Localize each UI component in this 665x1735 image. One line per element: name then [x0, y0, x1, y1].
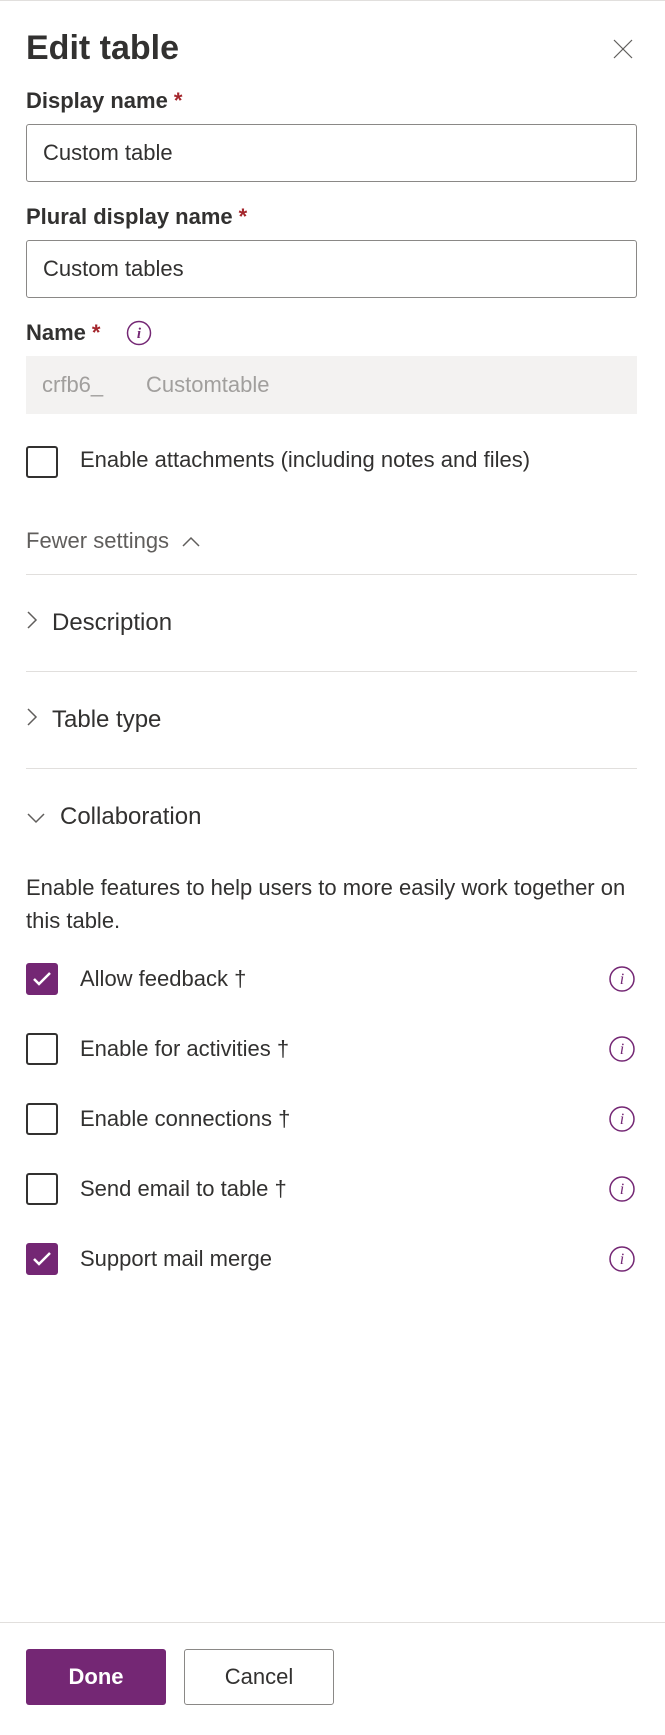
table-type-title: Table type	[52, 706, 161, 734]
name-field: Name * i crfb6_ Customtable	[26, 320, 637, 414]
panel-footer: Done Cancel	[0, 1622, 665, 1735]
send-email-checkbox[interactable]	[26, 1173, 58, 1205]
table-type-section-header[interactable]: Table type	[26, 672, 637, 768]
panel-title: Edit table	[26, 29, 179, 68]
enable-activities-row: Enable for activities † i	[26, 1033, 637, 1065]
info-icon[interactable]: i	[607, 1174, 637, 1204]
edit-table-panel: Edit table Display name * Plural display…	[0, 0, 665, 1735]
mail-merge-label: Support mail merge	[80, 1246, 585, 1272]
form-content: Display name * Plural display name * Nam…	[26, 88, 653, 1275]
mail-merge-row: Support mail merge i	[26, 1243, 637, 1275]
display-name-field: Display name *	[26, 88, 637, 182]
cancel-button[interactable]: Cancel	[184, 1649, 334, 1705]
check-icon	[32, 971, 52, 987]
name-input-row: crfb6_ Customtable	[26, 356, 637, 414]
allow-feedback-label: Allow feedback †	[80, 966, 585, 992]
info-icon[interactable]: i	[607, 1244, 637, 1274]
enable-attachments-row: Enable attachments (including notes and …	[26, 444, 637, 478]
chevron-right-icon	[26, 706, 38, 734]
name-prefix: crfb6_	[26, 356, 130, 414]
chevron-down-icon	[26, 803, 46, 831]
name-label: Name * i	[26, 320, 637, 346]
chevron-up-icon	[181, 528, 201, 554]
panel-header: Edit table	[0, 1, 665, 78]
svg-text:i: i	[620, 971, 624, 988]
svg-text:i: i	[620, 1251, 624, 1268]
mail-merge-checkbox[interactable]	[26, 1243, 58, 1275]
collaboration-title: Collaboration	[60, 803, 201, 831]
name-value: Customtable	[130, 356, 637, 414]
check-icon	[32, 1251, 52, 1267]
enable-connections-label: Enable connections †	[80, 1106, 585, 1132]
done-button[interactable]: Done	[26, 1649, 166, 1705]
allow-feedback-row: Allow feedback † i	[26, 963, 637, 995]
chevron-right-icon	[26, 609, 38, 637]
info-icon[interactable]: i	[607, 1104, 637, 1134]
scroll-area[interactable]: Display name * Plural display name * Nam…	[0, 78, 665, 1622]
enable-activities-label: Enable for activities †	[80, 1036, 585, 1062]
enable-attachments-label: Enable attachments (including notes and …	[80, 444, 530, 476]
name-info-icon[interactable]: i	[126, 320, 152, 346]
allow-feedback-checkbox[interactable]	[26, 963, 58, 995]
description-section-header[interactable]: Description	[26, 575, 637, 671]
plural-display-name-field: Plural display name *	[26, 204, 637, 298]
fewer-settings-toggle[interactable]: Fewer settings	[26, 528, 637, 554]
required-indicator: *	[239, 204, 248, 230]
description-title: Description	[52, 609, 172, 637]
collaboration-description: Enable features to help users to more ea…	[26, 871, 637, 937]
send-email-row: Send email to table † i	[26, 1173, 637, 1205]
svg-text:i: i	[620, 1041, 624, 1058]
enable-connections-row: Enable connections † i	[26, 1103, 637, 1135]
close-icon	[612, 38, 634, 60]
display-name-input[interactable]	[26, 124, 637, 182]
plural-display-name-label: Plural display name *	[26, 204, 637, 230]
required-indicator: *	[174, 88, 183, 114]
required-indicator: *	[92, 320, 101, 346]
info-icon[interactable]: i	[607, 1034, 637, 1064]
svg-text:i: i	[620, 1111, 624, 1128]
enable-attachments-checkbox[interactable]	[26, 446, 58, 478]
display-name-label: Display name *	[26, 88, 637, 114]
info-icon[interactable]: i	[607, 964, 637, 994]
svg-text:i: i	[137, 326, 142, 342]
close-button[interactable]	[609, 35, 637, 63]
collaboration-section-header[interactable]: Collaboration	[26, 769, 637, 865]
enable-activities-checkbox[interactable]	[26, 1033, 58, 1065]
send-email-label: Send email to table †	[80, 1176, 585, 1202]
enable-connections-checkbox[interactable]	[26, 1103, 58, 1135]
plural-display-name-input[interactable]	[26, 240, 637, 298]
svg-text:i: i	[620, 1181, 624, 1198]
